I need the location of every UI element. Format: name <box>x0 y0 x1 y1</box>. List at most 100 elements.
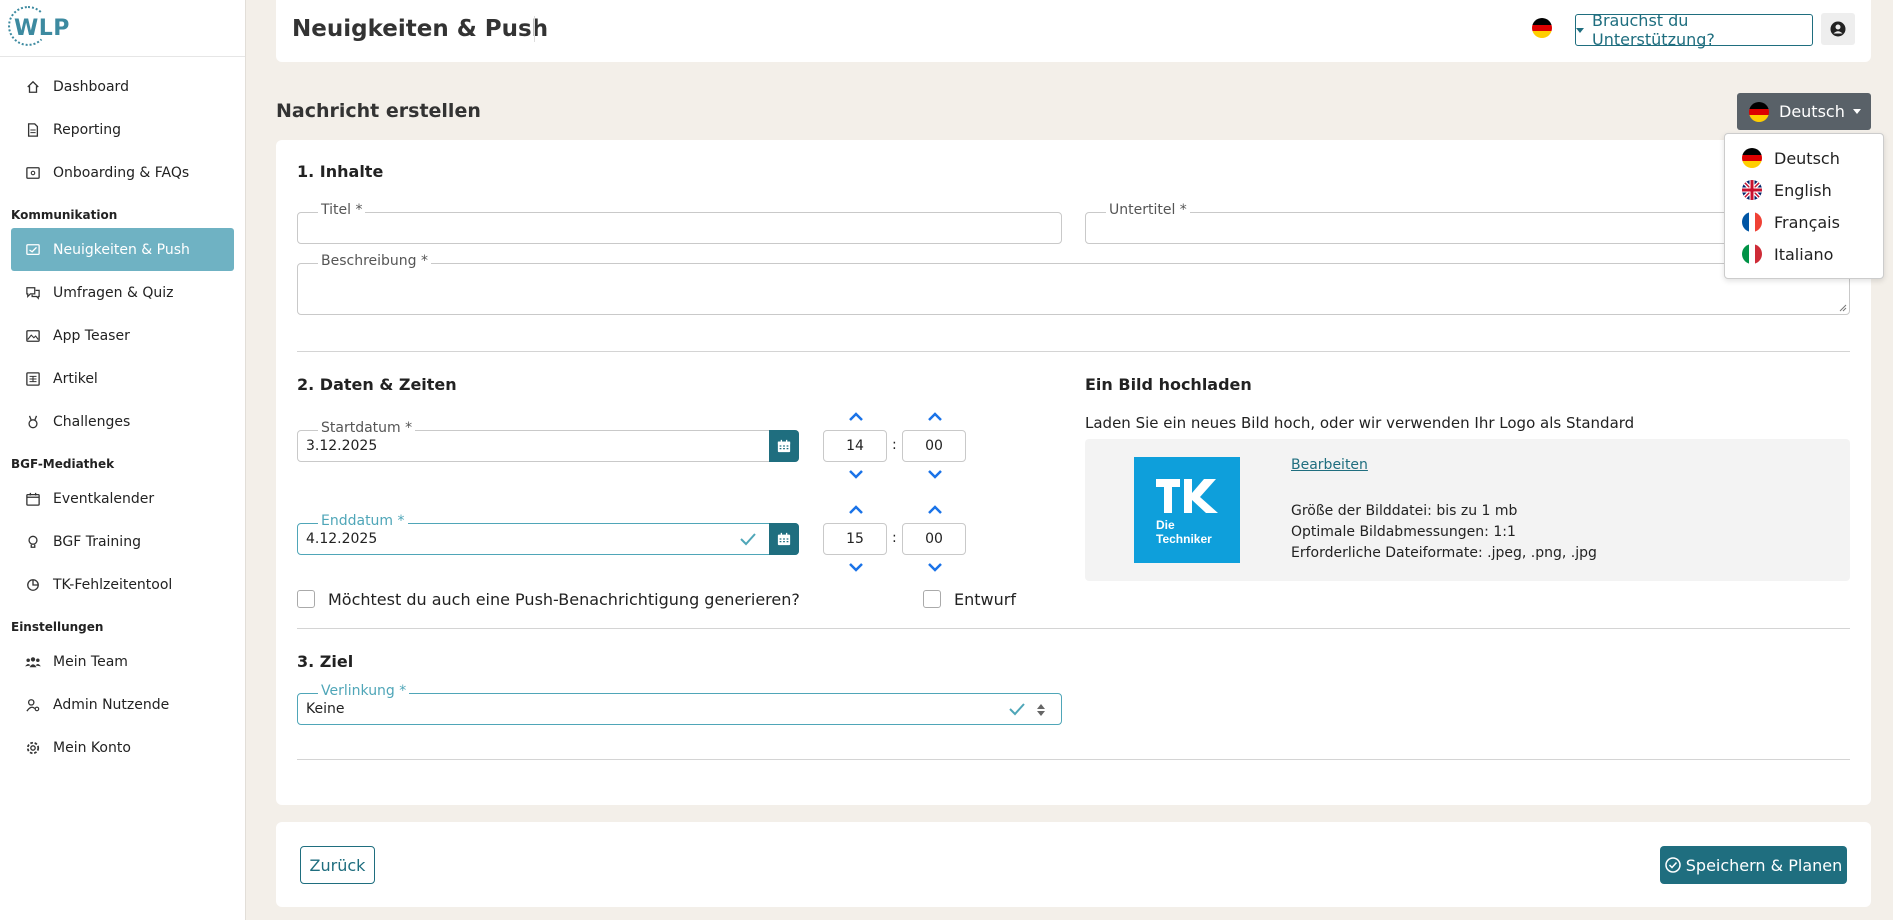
sidebar-item-label: BGF Training <box>53 533 141 550</box>
calendar-icon <box>777 532 791 546</box>
admin-icon <box>25 697 41 713</box>
news-icon <box>25 242 41 258</box>
sidebar-item-events[interactable]: Eventkalender <box>11 477 234 520</box>
logo-ring-icon <box>8 5 48 46</box>
start-minute-up-icon[interactable] <box>926 410 944 422</box>
push-notification-label: Möchtest du auch eine Push-Benachrichtig… <box>328 590 800 609</box>
support-label: Brauchst du Unterstützung? <box>1592 11 1715 49</box>
link-select-label: Verlinkung * <box>318 683 410 699</box>
user-menu-button[interactable] <box>1821 13 1855 45</box>
language-option-english[interactable]: English <box>1725 174 1883 206</box>
start-hour-down-icon[interactable] <box>847 468 865 480</box>
sidebar-item-label: Challenges <box>53 413 131 430</box>
start-date-field[interactable]: Startdatum * 3.12.2025 <box>297 420 799 462</box>
subtitle-field-label: Untertitel * <box>1106 202 1190 218</box>
language-option-label: Français <box>1774 212 1840 232</box>
sidebar-item-fehlzeitentool[interactable]: TK-Fehlzeitentool <box>11 563 234 606</box>
sidebar-item-onboarding[interactable]: Onboarding & FAQs <box>11 151 234 194</box>
edit-image-link[interactable]: Bearbeiten <box>1291 457 1368 473</box>
start-minute-input[interactable]: 00 <box>902 430 966 462</box>
time-separator: : <box>892 530 897 546</box>
section-divider <box>297 759 1850 760</box>
image-icon <box>25 328 41 344</box>
upload-title: Ein Bild hochladen <box>1085 375 1252 394</box>
chat-icon <box>25 285 41 301</box>
sidebar-item-label: Mein Team <box>53 653 128 670</box>
logo[interactable]: WLP <box>0 0 245 57</box>
end-date-label: Enddatum * <box>318 513 408 529</box>
language-select-button[interactable]: Deutsch <box>1737 93 1871 130</box>
resize-handle-icon[interactable] <box>1839 304 1847 312</box>
draft-checkbox[interactable] <box>923 590 941 608</box>
nav-section-title: Kommunikation <box>11 208 118 222</box>
sidebar-item-reporting[interactable]: Reporting <box>11 108 234 151</box>
uk-flag-icon <box>1742 180 1762 200</box>
sidebar-item-account[interactable]: Mein Konto <box>11 726 234 769</box>
link-select-value: Keine <box>306 701 345 717</box>
sidebar-item-challenges[interactable]: Challenges <box>11 400 234 443</box>
tk-logo-text-line: Techniker <box>1156 532 1212 546</box>
back-button[interactable]: Zurück <box>300 846 375 884</box>
sidebar-item-team[interactable]: Mein Team <box>11 640 234 683</box>
german-flag-icon[interactable] <box>1532 18 1552 38</box>
valid-check-icon <box>1009 703 1025 716</box>
section-inhalte-title: 1. Inhalte <box>297 162 384 181</box>
upload-hint: Laden Sie ein neues Bild hoch, oder wir … <box>1085 414 1635 432</box>
german-flag-icon <box>1749 101 1769 122</box>
end-hour-up-icon[interactable] <box>847 503 865 515</box>
check-circle-icon <box>1665 857 1681 873</box>
end-minute-down-icon[interactable] <box>926 561 944 573</box>
sidebar-item-label: Neuigkeiten & Push <box>53 241 190 258</box>
title-field-label: Titel * <box>318 202 366 218</box>
start-date-calendar-button[interactable] <box>769 430 799 462</box>
end-date-value: 4.12.2025 <box>306 531 378 547</box>
description-field[interactable]: Beschreibung * <box>297 253 1850 315</box>
language-option-deutsch[interactable]: Deutsch <box>1725 142 1883 174</box>
end-minute-input[interactable]: 00 <box>902 523 966 555</box>
nav-section-title: Einstellungen <box>11 620 104 634</box>
language-option-francais[interactable]: Français <box>1725 206 1883 238</box>
end-date-field[interactable]: Enddatum * 4.12.2025 <box>297 513 799 555</box>
end-minute-up-icon[interactable] <box>926 503 944 515</box>
sidebar-item-admins[interactable]: Admin Nutzende <box>11 683 234 726</box>
support-button[interactable]: Brauchst du Unterstützung? <box>1575 11 1813 49</box>
sidebar-item-label: Reporting <box>53 121 122 138</box>
sidebar-item-label: TK-Fehlzeitentool <box>53 576 173 593</box>
tk-logo-text-line: Die <box>1156 518 1175 532</box>
image-info-line: Erforderliche Dateiformate: .jpeg, .png,… <box>1291 545 1597 561</box>
start-minute-down-icon[interactable] <box>926 468 944 480</box>
sidebar-item-app-teaser[interactable]: App Teaser <box>11 314 234 357</box>
german-flag-icon <box>1742 148 1762 168</box>
title-field[interactable]: Titel * <box>297 202 1062 244</box>
end-date-calendar-button[interactable] <box>769 523 799 555</box>
sidebar-item-surveys[interactable]: Umfragen & Quiz <box>11 271 234 314</box>
language-label: Deutsch <box>1779 102 1845 121</box>
sidebar-item-label: App Teaser <box>53 327 130 344</box>
french-flag-icon <box>1742 212 1762 232</box>
sidebar-item-articles[interactable]: Artikel <box>11 357 234 400</box>
sidebar-item-dashboard[interactable]: Dashboard <box>11 65 234 108</box>
start-hour-up-icon[interactable] <box>847 410 865 422</box>
user-icon <box>1830 21 1846 37</box>
caret-down-icon <box>1576 27 1584 33</box>
end-hour-down-icon[interactable] <box>847 561 865 573</box>
end-hour-input[interactable]: 15 <box>823 523 887 555</box>
image-info-line: Größe der Bilddatei: bis zu 1 mb <box>1291 503 1518 519</box>
sidebar-item-bgf-training[interactable]: BGF Training <box>11 520 234 563</box>
push-notification-checkbox[interactable] <box>297 590 315 608</box>
image-upload-area[interactable]: Die Techniker Bearbeiten Größe der Bildd… <box>1085 439 1850 581</box>
sidebar-item-label: Onboarding & FAQs <box>53 164 190 181</box>
section-target-title: 3. Ziel <box>297 652 354 671</box>
message-form-card: 1. Inhalte Titel * Untertitel * Beschrei… <box>276 140 1871 805</box>
language-option-italiano[interactable]: Italiano <box>1725 238 1883 270</box>
sidebar-item-news[interactable]: Neuigkeiten & Push <box>11 228 234 271</box>
valid-check-icon <box>740 533 756 546</box>
title-divider <box>534 16 535 42</box>
calendar-icon <box>25 491 41 507</box>
sidebar-item-label: Mein Konto <box>53 739 131 756</box>
page-title: Neuigkeiten & Push <box>292 16 549 42</box>
save-and-schedule-button[interactable]: Speichern & Planen <box>1660 846 1847 884</box>
link-select[interactable]: Verlinkung * Keine <box>297 683 1062 725</box>
sidebar-item-label: Artikel <box>53 370 98 387</box>
start-hour-input[interactable]: 14 <box>823 430 887 462</box>
